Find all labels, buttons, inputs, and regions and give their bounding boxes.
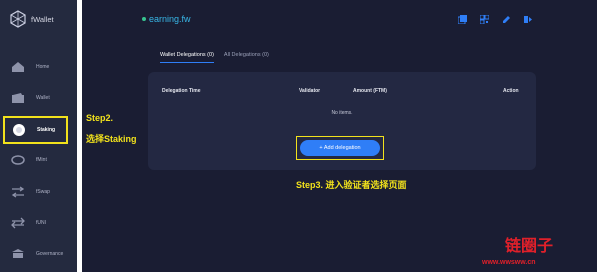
funi-icon <box>10 216 26 230</box>
sidebar-divider <box>77 0 82 272</box>
sidebar-item-funi[interactable]: fUNI <box>4 211 74 235</box>
fantom-logo-icon <box>10 10 26 28</box>
empty-state-text: No items. <box>331 110 353 116</box>
sidebar-item-home[interactable]: Home <box>4 55 74 79</box>
home-icon <box>10 60 26 74</box>
delegation-tabs: Wallet Delegations (0) All Delegations (… <box>160 52 269 63</box>
page-title: earning.fw <box>142 14 191 24</box>
account-title: earning.fw <box>149 14 191 24</box>
wallet-icon <box>10 91 26 105</box>
watermark-url: www.wwsww.cn <box>482 259 536 266</box>
sidebar-item-label: Home <box>36 64 50 70</box>
header-actions <box>457 14 533 24</box>
sidebar-item-fswap[interactable]: fSwap <box>4 180 74 204</box>
sidebar-item-governance[interactable]: Governance <box>4 242 74 266</box>
add-delegation-button[interactable]: + Add delegation <box>300 140 380 156</box>
brand[interactable]: fWallet <box>10 10 54 28</box>
tab-all-delegations[interactable]: All Delegations (0) <box>224 52 269 63</box>
sidebar-item-label: Governance <box>36 251 64 257</box>
column-header-delegation-time: Delegation Time <box>162 88 201 94</box>
watermark-text: 链圈子 <box>505 236 554 255</box>
sidebar-item-label: fMint <box>36 157 47 163</box>
sidebar-item-label: fSwap <box>36 189 50 195</box>
sidebar-item-wallet[interactable]: Wallet <box>4 86 74 110</box>
tab-wallet-delegations[interactable]: Wallet Delegations (0) <box>160 52 214 63</box>
fmint-icon <box>10 153 26 167</box>
sidebar-item-label: Staking <box>37 127 56 133</box>
staking-icon <box>11 123 27 137</box>
sidebar-item-label: Wallet <box>36 95 50 101</box>
status-dot-icon <box>142 17 146 21</box>
column-header-action: Action <box>503 88 519 94</box>
sidebar-item-staking[interactable]: Staking <box>3 116 68 144</box>
column-header-amount: Amount (FTM) <box>353 88 387 94</box>
annotation-step3: Step3. 进入验证者选择页面 <box>296 180 407 190</box>
governance-icon <box>10 247 26 261</box>
edit-icon[interactable] <box>501 14 511 24</box>
sidebar: fWallet Home Wallet Staking fMint fSwap <box>0 0 77 272</box>
annotation-step2-detail: 选择Staking <box>86 134 137 144</box>
copy-icon[interactable] <box>457 14 467 24</box>
delegations-table: Delegation Time Validator Amount (FTM) A… <box>148 72 536 170</box>
annotation-step2: Step2. <box>86 113 114 123</box>
fswap-icon <box>10 185 26 199</box>
sidebar-item-fmint[interactable]: fMint <box>4 148 74 172</box>
sidebar-item-label: fUNI <box>36 220 46 226</box>
app-name: fWallet <box>31 14 54 24</box>
logout-icon[interactable] <box>523 14 533 24</box>
qr-code-icon[interactable] <box>479 14 489 24</box>
column-header-validator: Validator <box>299 88 321 94</box>
